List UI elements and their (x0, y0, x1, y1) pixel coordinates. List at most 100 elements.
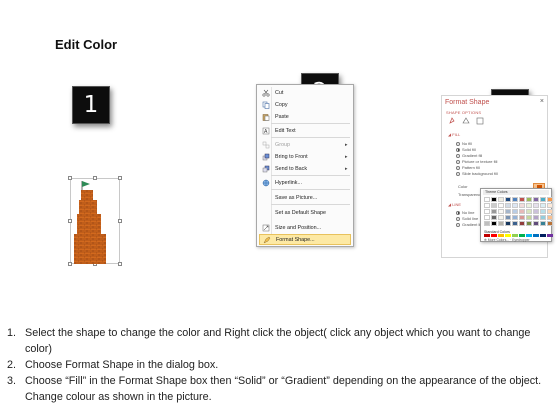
color-swatch[interactable] (547, 203, 553, 208)
color-swatch[interactable] (519, 197, 525, 202)
radio-icon (456, 165, 460, 170)
color-swatch[interactable] (547, 234, 553, 237)
color-swatch[interactable] (484, 215, 490, 220)
color-swatch[interactable] (526, 215, 532, 220)
radio-icon (456, 141, 460, 146)
color-swatch[interactable] (519, 215, 525, 220)
color-swatch[interactable] (540, 215, 546, 220)
color-swatch[interactable] (505, 209, 511, 214)
color-swatch[interactable] (491, 197, 497, 202)
color-swatch[interactable] (512, 209, 518, 214)
color-swatch[interactable] (519, 221, 525, 226)
color-swatch[interactable] (505, 221, 511, 226)
color-swatch[interactable] (533, 234, 539, 237)
color-swatch[interactable] (540, 197, 546, 202)
color-swatch[interactable] (505, 197, 511, 202)
color-swatch[interactable] (526, 221, 532, 226)
menu-item-save-as-picture[interactable]: Save as Picture... (259, 192, 351, 203)
close-icon[interactable]: × (540, 98, 544, 105)
color-swatch[interactable] (484, 234, 490, 237)
color-swatch[interactable] (484, 209, 490, 214)
menu-item-cut[interactable]: Cut (259, 87, 351, 98)
color-swatch[interactable] (526, 209, 532, 214)
color-swatch[interactable] (519, 234, 525, 237)
fill-option-picture-fill[interactable]: Picture or texture fill (456, 159, 497, 164)
color-swatch[interactable] (533, 215, 539, 220)
color-swatch[interactable] (498, 215, 504, 220)
color-swatch[interactable] (512, 203, 518, 208)
color-swatch[interactable] (533, 203, 539, 208)
line-option-solid-line[interactable]: Solid line (456, 216, 478, 221)
color-swatch[interactable] (540, 221, 546, 226)
color-swatch[interactable] (533, 221, 539, 226)
resize-handle[interactable] (118, 262, 122, 266)
color-swatch[interactable] (540, 234, 546, 237)
menu-item-paste[interactable]: Paste (259, 111, 351, 122)
fill-option-pattern-fill[interactable]: Pattern fill (456, 165, 480, 170)
menu-item-bring-to-front[interactable]: Bring to Front ▸ (259, 151, 351, 162)
line-option-no-line[interactable]: No line (456, 210, 474, 215)
color-swatch[interactable] (505, 234, 511, 237)
color-swatch[interactable] (505, 203, 511, 208)
line-section-header[interactable]: ◢ LINE (448, 202, 461, 207)
color-swatch[interactable] (491, 221, 497, 226)
color-swatch[interactable] (547, 221, 553, 226)
more-colors-link[interactable]: ⊕ More Colors... · Eyedropper (484, 238, 530, 242)
color-swatch[interactable] (505, 215, 511, 220)
fill-section-header[interactable]: ◢ FILL (448, 132, 460, 137)
color-swatch[interactable] (526, 197, 532, 202)
color-swatch[interactable] (484, 221, 490, 226)
color-swatch[interactable] (498, 221, 504, 226)
menu-item-hyperlink[interactable]: Hyperlink... (259, 177, 351, 188)
color-swatch[interactable] (512, 234, 518, 237)
color-swatch[interactable] (512, 215, 518, 220)
color-swatch[interactable] (498, 203, 504, 208)
color-swatch[interactable] (491, 234, 497, 237)
fill-option-gradient-fill[interactable]: Gradient fill (456, 153, 482, 158)
color-swatch[interactable] (547, 215, 553, 220)
menu-item-size-and-position[interactable]: Size and Position... (259, 222, 351, 233)
color-swatch[interactable] (533, 209, 539, 214)
color-swatch[interactable] (519, 203, 525, 208)
color-swatch[interactable] (526, 234, 532, 237)
color-swatch[interactable] (540, 209, 546, 214)
color-swatch[interactable] (491, 203, 497, 208)
color-swatch[interactable] (484, 203, 490, 208)
effects-tab-icon[interactable] (461, 117, 470, 125)
color-swatch[interactable] (526, 203, 532, 208)
color-swatch[interactable] (484, 197, 490, 202)
color-swatch[interactable] (512, 197, 518, 202)
scissors-icon (261, 88, 270, 97)
fill-option-slide-background[interactable]: Slide background fill (456, 171, 498, 176)
fill-option-solid-fill[interactable]: Solid fill (456, 147, 476, 152)
menu-item-copy[interactable]: Copy (259, 99, 351, 110)
option-label: Gradient fill (462, 153, 483, 158)
color-swatch[interactable] (491, 209, 497, 214)
size-tab-icon[interactable] (475, 117, 484, 125)
menu-item-format-shape[interactable]: Format Shape... (259, 234, 351, 245)
theme-color-grid (484, 197, 553, 226)
fill-line-tab-icon[interactable] (447, 117, 456, 125)
menu-item-group[interactable]: Group ▸ (259, 139, 351, 150)
group-icon (261, 140, 270, 149)
fill-option-no-fill[interactable]: No fill (456, 141, 472, 146)
color-swatch[interactable] (547, 197, 553, 202)
menu-item-edit-text[interactable]: A Edit Text (259, 125, 351, 136)
pane-subtitle: SHAPE OPTIONS (446, 110, 482, 115)
color-swatch[interactable] (512, 221, 518, 226)
color-swatch[interactable] (540, 203, 546, 208)
color-swatch[interactable] (491, 215, 497, 220)
brick-tower-shape[interactable] (72, 178, 116, 266)
menu-separator (271, 204, 350, 205)
color-swatch[interactable] (498, 197, 504, 202)
color-swatch[interactable] (547, 209, 553, 214)
menu-item-send-to-back[interactable]: Send to Back ▸ (259, 163, 351, 174)
color-swatch[interactable] (533, 197, 539, 202)
menu-item-set-default-shape[interactable]: Set as Default Shape (259, 207, 351, 218)
standard-color-row (484, 234, 553, 237)
color-swatch[interactable] (498, 209, 504, 214)
color-swatch[interactable] (498, 234, 504, 237)
color-swatch[interactable] (519, 209, 525, 214)
resize-handle[interactable] (118, 176, 122, 180)
resize-handle[interactable] (118, 219, 122, 223)
